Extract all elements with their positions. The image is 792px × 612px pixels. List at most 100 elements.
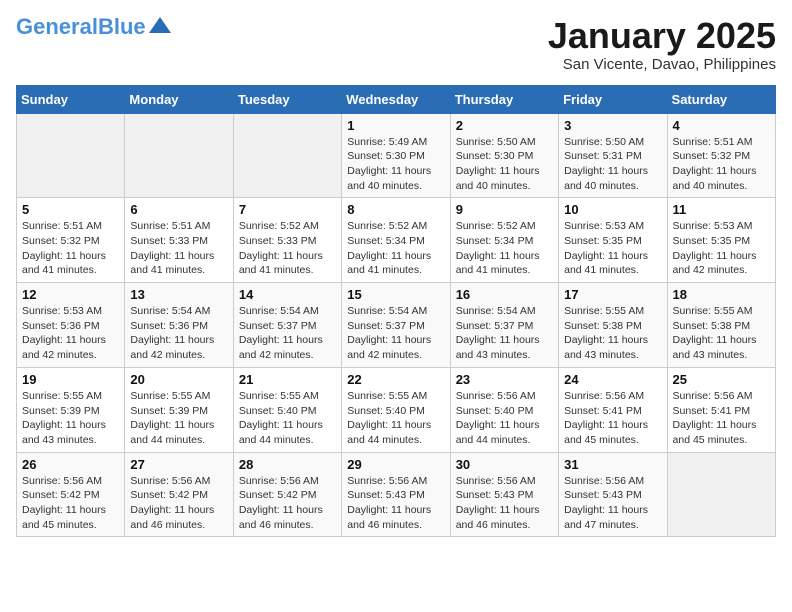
day-number: 12 — [22, 287, 119, 302]
day-number: 20 — [130, 372, 227, 387]
day-number: 2 — [456, 118, 553, 133]
day-info: Sunrise: 5:53 AM Sunset: 5:35 PM Dayligh… — [564, 219, 661, 278]
weekday-header-sunday: Sunday — [17, 85, 125, 113]
day-info: Sunrise: 5:50 AM Sunset: 5:31 PM Dayligh… — [564, 135, 661, 194]
day-number: 3 — [564, 118, 661, 133]
day-number: 10 — [564, 202, 661, 217]
calendar-cell: 14 Sunrise: 5:54 AM Sunset: 5:37 PM Dayli… — [233, 283, 341, 368]
logo: GeneralBlue — [16, 16, 171, 38]
day-number: 1 — [347, 118, 444, 133]
day-number: 8 — [347, 202, 444, 217]
day-number: 9 — [456, 202, 553, 217]
calendar-cell: 21 Sunrise: 5:55 AM Sunset: 5:40 PM Dayli… — [233, 367, 341, 452]
calendar-body: 1Sunrise: 5:49 AM Sunset: 5:30 PM Daylig… — [17, 113, 776, 537]
day-info: Sunrise: 5:55 AM Sunset: 5:38 PM Dayligh… — [673, 304, 770, 363]
day-number: 23 — [456, 372, 553, 387]
day-info: Sunrise: 5:56 AM Sunset: 5:43 PM Dayligh… — [347, 474, 444, 533]
calendar-week-1: 5Sunrise: 5:51 AM Sunset: 5:32 PM Daylig… — [17, 198, 776, 283]
weekday-header-thursday: Thursday — [450, 85, 558, 113]
day-info: Sunrise: 5:56 AM Sunset: 5:40 PM Dayligh… — [456, 389, 553, 448]
calendar-cell: 27 Sunrise: 5:56 AM Sunset: 5:42 PM Dayli… — [125, 452, 233, 537]
weekday-header-monday: Monday — [125, 85, 233, 113]
calendar-cell: 19Sunrise: 5:55 AM Sunset: 5:39 PM Dayli… — [17, 367, 125, 452]
calendar-cell: 4 Sunrise: 5:51 AM Sunset: 5:32 PM Daylig… — [667, 113, 775, 198]
day-info: Sunrise: 5:55 AM Sunset: 5:39 PM Dayligh… — [130, 389, 227, 448]
weekday-header-friday: Friday — [559, 85, 667, 113]
day-number: 25 — [673, 372, 770, 387]
calendar-cell: 28 Sunrise: 5:56 AM Sunset: 5:42 PM Dayli… — [233, 452, 341, 537]
day-info: Sunrise: 5:56 AM Sunset: 5:42 PM Dayligh… — [130, 474, 227, 533]
calendar-cell: 10 Sunrise: 5:53 AM Sunset: 5:35 PM Dayli… — [559, 198, 667, 283]
day-number: 27 — [130, 457, 227, 472]
calendar-cell: 20 Sunrise: 5:55 AM Sunset: 5:39 PM Dayli… — [125, 367, 233, 452]
day-info: Sunrise: 5:56 AM Sunset: 5:42 PM Dayligh… — [239, 474, 336, 533]
day-number: 14 — [239, 287, 336, 302]
day-number: 26 — [22, 457, 119, 472]
weekday-header-tuesday: Tuesday — [233, 85, 341, 113]
calendar-cell: 16Sunrise: 5:54 AM Sunset: 5:37 PM Dayli… — [450, 283, 558, 368]
day-info: Sunrise: 5:56 AM Sunset: 5:43 PM Dayligh… — [564, 474, 661, 533]
calendar-cell: 11 Sunrise: 5:53 AM Sunset: 5:35 PM Dayli… — [667, 198, 775, 283]
day-number: 21 — [239, 372, 336, 387]
day-info: Sunrise: 5:54 AM Sunset: 5:37 PM Dayligh… — [347, 304, 444, 363]
day-info: Sunrise: 5:55 AM Sunset: 5:38 PM Dayligh… — [564, 304, 661, 363]
day-number: 5 — [22, 202, 119, 217]
day-info: Sunrise: 5:52 AM Sunset: 5:34 PM Dayligh… — [347, 219, 444, 278]
calendar-cell: 18Sunrise: 5:55 AM Sunset: 5:38 PM Dayli… — [667, 283, 775, 368]
day-info: Sunrise: 5:54 AM Sunset: 5:37 PM Dayligh… — [456, 304, 553, 363]
calendar-cell — [125, 113, 233, 198]
title-block: January 2025 San Vicente, Davao, Philipp… — [548, 16, 776, 73]
calendar-cell: 23 Sunrise: 5:56 AM Sunset: 5:40 PM Dayli… — [450, 367, 558, 452]
calendar-cell: 29 Sunrise: 5:56 AM Sunset: 5:43 PM Dayli… — [342, 452, 450, 537]
day-info: Sunrise: 5:55 AM Sunset: 5:40 PM Dayligh… — [239, 389, 336, 448]
day-info: Sunrise: 5:54 AM Sunset: 5:36 PM Dayligh… — [130, 304, 227, 363]
day-info: Sunrise: 5:50 AM Sunset: 5:30 PM Dayligh… — [456, 135, 553, 194]
day-number: 22 — [347, 372, 444, 387]
day-info: Sunrise: 5:51 AM Sunset: 5:32 PM Dayligh… — [673, 135, 770, 194]
calendar-table: SundayMondayTuesdayWednesdayThursdayFrid… — [16, 85, 776, 538]
calendar-cell: 7 Sunrise: 5:52 AM Sunset: 5:33 PM Daylig… — [233, 198, 341, 283]
calendar-cell: 1Sunrise: 5:49 AM Sunset: 5:30 PM Daylig… — [342, 113, 450, 198]
day-number: 29 — [347, 457, 444, 472]
day-info: Sunrise: 5:53 AM Sunset: 5:35 PM Dayligh… — [673, 219, 770, 278]
calendar-cell: 9Sunrise: 5:52 AM Sunset: 5:34 PM Daylig… — [450, 198, 558, 283]
day-number: 17 — [564, 287, 661, 302]
calendar-cell — [17, 113, 125, 198]
logo-icon — [149, 17, 171, 33]
calendar-week-0: 1Sunrise: 5:49 AM Sunset: 5:30 PM Daylig… — [17, 113, 776, 198]
calendar-header: SundayMondayTuesdayWednesdayThursdayFrid… — [17, 85, 776, 113]
day-number: 6 — [130, 202, 227, 217]
day-number: 30 — [456, 457, 553, 472]
day-number: 28 — [239, 457, 336, 472]
day-number: 7 — [239, 202, 336, 217]
calendar-cell: 26Sunrise: 5:56 AM Sunset: 5:42 PM Dayli… — [17, 452, 125, 537]
day-number: 4 — [673, 118, 770, 133]
weekday-header-saturday: Saturday — [667, 85, 775, 113]
day-info: Sunrise: 5:55 AM Sunset: 5:40 PM Dayligh… — [347, 389, 444, 448]
calendar-cell — [233, 113, 341, 198]
day-info: Sunrise: 5:55 AM Sunset: 5:39 PM Dayligh… — [22, 389, 119, 448]
weekday-header-row: SundayMondayTuesdayWednesdayThursdayFrid… — [17, 85, 776, 113]
day-info: Sunrise: 5:51 AM Sunset: 5:33 PM Dayligh… — [130, 219, 227, 278]
calendar-cell: 5Sunrise: 5:51 AM Sunset: 5:32 PM Daylig… — [17, 198, 125, 283]
calendar-week-4: 26 Sunrise: 5:56 AM Sunset: 5:42 PM Dayli… — [17, 452, 776, 537]
calendar-cell: 12 Sunrise: 5:53 AM Sunset: 5:36 PM Dayli… — [17, 283, 125, 368]
calendar-cell: 30 Sunrise: 5:56 AM Sunset: 5:43 PM Dayli… — [450, 452, 558, 537]
calendar-cell: 31Sunrise: 5:56 AM Sunset: 5:43 PM Dayli… — [559, 452, 667, 537]
day-info: Sunrise: 5:54 AM Sunset: 5:37 PM Dayligh… — [239, 304, 336, 363]
day-number: 15 — [347, 287, 444, 302]
day-number: 24 — [564, 372, 661, 387]
weekday-header-wednesday: Wednesday — [342, 85, 450, 113]
calendar-cell — [667, 452, 775, 537]
day-info: Sunrise: 5:53 AM Sunset: 5:36 PM Dayligh… — [22, 304, 119, 363]
calendar-cell: 25Sunrise: 5:56 AM Sunset: 5:41 PM Dayli… — [667, 367, 775, 452]
month-title: January 2025 — [548, 16, 776, 56]
day-number: 11 — [673, 202, 770, 217]
calendar-cell: 15 Sunrise: 5:54 AM Sunset: 5:37 PM Dayli… — [342, 283, 450, 368]
calendar-cell: 22 Sunrise: 5:55 AM Sunset: 5:40 PM Dayli… — [342, 367, 450, 452]
calendar-cell: 3 Sunrise: 5:50 AM Sunset: 5:31 PM Daylig… — [559, 113, 667, 198]
day-info: Sunrise: 5:56 AM Sunset: 5:43 PM Dayligh… — [456, 474, 553, 533]
calendar-week-3: 19Sunrise: 5:55 AM Sunset: 5:39 PM Dayli… — [17, 367, 776, 452]
day-info: Sunrise: 5:52 AM Sunset: 5:33 PM Dayligh… — [239, 219, 336, 278]
calendar-week-2: 12 Sunrise: 5:53 AM Sunset: 5:36 PM Dayli… — [17, 283, 776, 368]
